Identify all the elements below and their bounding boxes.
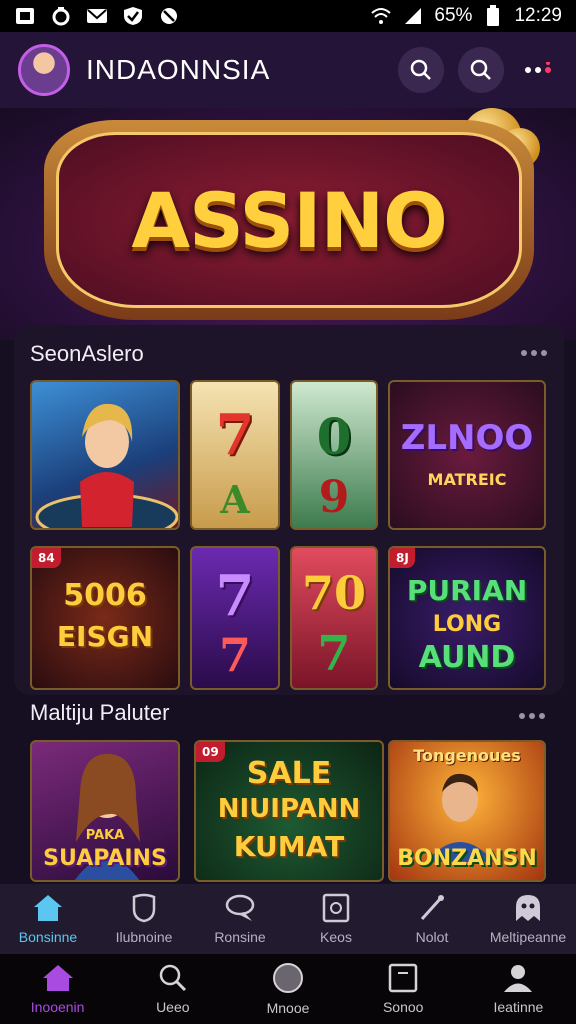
category-bar: Bonsinne Ilubnoine Ronsine Keos Nolot Me… (0, 884, 576, 954)
home-icon (34, 895, 62, 921)
avatar[interactable] (18, 44, 70, 96)
timer-icon (50, 6, 72, 26)
dealer-image (35, 403, 178, 528)
casino-sign: ASSINO (44, 120, 534, 320)
shield-check-icon (122, 6, 144, 26)
circle-icon (273, 963, 303, 993)
nav-search[interactable]: Ueeo (115, 954, 230, 1024)
nav-window[interactable]: Sonoo (346, 954, 461, 1024)
game-tile[interactable]: PAKA SUAPAINS (30, 740, 180, 882)
signal-icon (402, 6, 424, 26)
hero-banner[interactable]: ASSINO (0, 108, 576, 340)
section-title: Maltiju Paluter (30, 700, 170, 725)
hero-logo-text: ASSINO (131, 175, 447, 265)
more-dots-icon[interactable] (518, 711, 546, 721)
home-icon (42, 965, 73, 991)
pen-icon (420, 895, 444, 921)
search-icon (159, 964, 186, 992)
slot-reel-tile[interactable]: 0 9 (290, 380, 378, 530)
badge: 8J (390, 548, 415, 568)
slot-reel-tile[interactable]: 7 A (190, 380, 280, 530)
nav-circle[interactable]: Mnooe (230, 954, 345, 1024)
card-icon (322, 893, 350, 923)
gallery-icon (14, 6, 36, 26)
slot-reel-tile[interactable]: 70 7 (290, 546, 378, 690)
no-disturb-icon (158, 6, 180, 26)
game-tile[interactable] (30, 380, 180, 530)
search-icon (410, 59, 431, 80)
section-title: SeonAslero (30, 341, 144, 366)
more-menu-button[interactable] (518, 50, 558, 90)
category-chat[interactable]: Ronsine (192, 884, 288, 954)
category-shield[interactable]: Ilubnoine (96, 884, 192, 954)
nav-home[interactable]: Inooenin (0, 954, 115, 1024)
status-bar: 65% 12:29 (0, 0, 576, 32)
app-title: INDAONNSIA (86, 54, 271, 85)
search-button[interactable] (398, 47, 444, 93)
search-icon (470, 59, 491, 80)
shield-icon (132, 893, 156, 923)
game-tile[interactable]: Tongenoues BONZANSN (388, 740, 546, 882)
category-card[interactable]: Keos (288, 884, 384, 954)
chat-icon (225, 894, 255, 921)
nav-profile[interactable]: Ieatinne (461, 954, 576, 1024)
more-dots-icon (525, 62, 551, 73)
category-ghost[interactable]: Meltipeanne (480, 884, 576, 954)
mail-icon (86, 6, 108, 26)
bottom-nav: Inooenin Ueeo Mnooe Sonoo Ieatinne (0, 954, 576, 1024)
slot-reel-tile[interactable]: 7 7 (190, 546, 280, 690)
battery-icon (482, 5, 504, 26)
more-dots-icon[interactable] (520, 348, 548, 358)
game-tile[interactable]: 09 SALE NIUIPANN KUMAT (194, 740, 384, 882)
window-icon (388, 963, 418, 993)
ghost-icon (516, 895, 540, 921)
category-pen[interactable]: Nolot (384, 884, 480, 954)
game-tile[interactable]: 84 5006 EISGN (30, 546, 180, 690)
app-bar: INDAONNSIA (0, 32, 576, 108)
game-tile[interactable]: 8J PURIAN LONG AUND (388, 546, 546, 690)
search-button-2[interactable] (458, 47, 504, 93)
category-home[interactable]: Bonsinne (0, 884, 96, 954)
profile-icon (504, 965, 533, 992)
game-tile[interactable]: ZLNOO MATREIC (388, 380, 546, 530)
wifi-icon (370, 6, 392, 26)
clock: 12:29 (514, 5, 562, 26)
badge: 84 (32, 548, 61, 568)
battery-percent: 65% (434, 5, 473, 26)
